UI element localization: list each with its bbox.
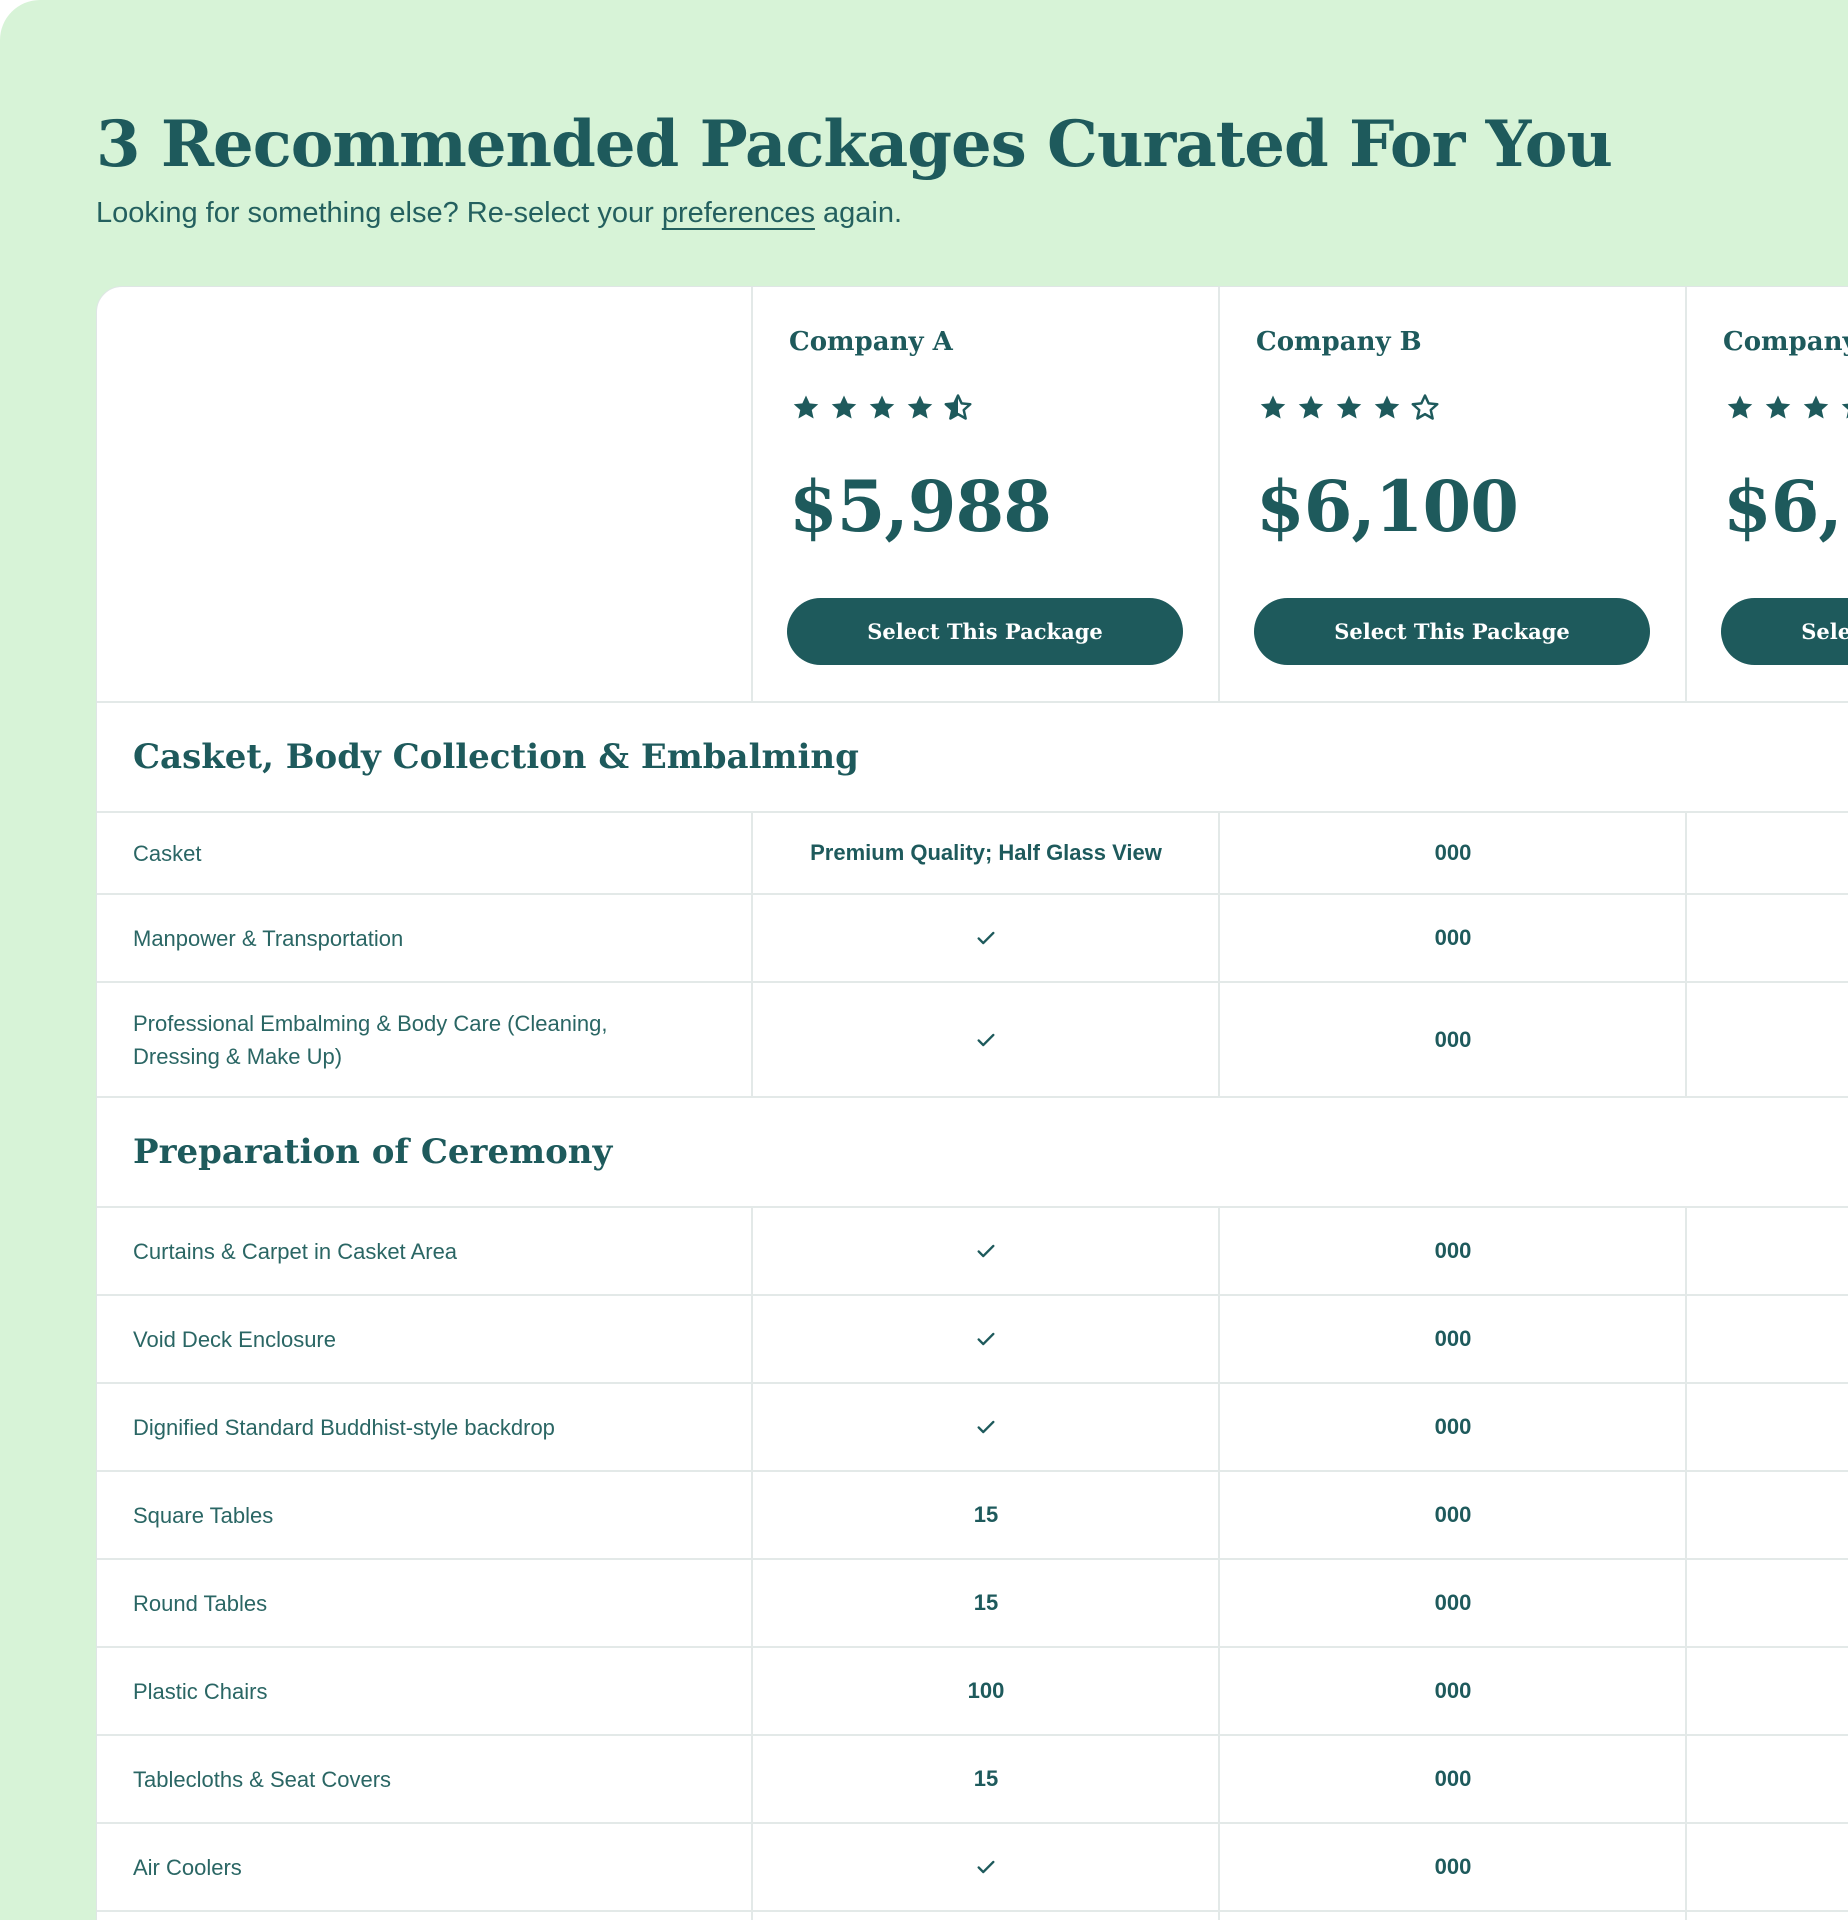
star-filled-icon — [905, 393, 935, 428]
star-filled-icon — [1334, 393, 1364, 428]
row-label: Air Coolers — [133, 1854, 242, 1880]
row-value — [1687, 1648, 1848, 1734]
package-header: Company B $6,100 Select This Package — [1220, 287, 1686, 701]
row-value — [1687, 1736, 1848, 1822]
row-value: 15 — [973, 1590, 999, 1615]
table-row: Tablecloths & Seat Covers 15 000 — [97, 1736, 1848, 1822]
select-package-button[interactable]: Select This Package — [1721, 598, 1848, 665]
star-rating — [1725, 393, 1848, 428]
subtitle-suffix: again. — [814, 197, 903, 229]
package-header: Company A $5,988 Select This Package — [753, 287, 1219, 701]
company-name: Company A — [789, 327, 953, 357]
row-value: 000 — [1434, 1766, 1472, 1791]
star-filled-icon — [1801, 393, 1831, 428]
row-value — [1687, 1208, 1848, 1294]
row-value: 000 — [1434, 1590, 1472, 1615]
table-row: Casket Premium Quality; Half Glass View 00… — [97, 813, 1848, 893]
check-icon — [753, 1296, 1219, 1382]
row-value: 000 — [1434, 1502, 1472, 1527]
row-label: Dignified Standard Buddhist-style backdr… — [133, 1414, 555, 1440]
star-filled-icon — [1839, 393, 1848, 428]
row-value: 000 — [1434, 1238, 1472, 1263]
table-row: Square Tables 15 000 — [97, 1472, 1848, 1558]
row-value: 15 — [973, 1502, 999, 1527]
table-row: Professional Embalming & Body Care (Clea… — [97, 983, 1848, 1096]
row-value — [1687, 1824, 1848, 1910]
check-icon — [753, 895, 1219, 981]
section-title: Casket, Body Collection & Embalming — [133, 737, 859, 777]
star-outline-icon — [1410, 393, 1440, 428]
check-icon — [753, 983, 1219, 1096]
star-filled-icon — [791, 393, 821, 428]
star-filled-icon — [1258, 393, 1288, 428]
row-value — [1687, 813, 1848, 893]
row-value — [1687, 1296, 1848, 1382]
row-value: 000 — [1434, 925, 1472, 950]
row-value — [1687, 1384, 1848, 1470]
row-value: 000 — [1434, 1414, 1472, 1439]
row-value: 000 — [1434, 840, 1472, 865]
comparison-table: Company A $5,988 Select This Package Compan… — [96, 286, 1848, 1920]
row-label: Round Tables — [133, 1590, 268, 1616]
table-row: Dignified Standard Buddhist-style backdr… — [97, 1384, 1848, 1470]
check-icon — [753, 1384, 1219, 1470]
package-header: Company C $6,100 Select This Package — [1687, 287, 1848, 701]
table-row: Void Deck Enclosure 000 — [97, 1296, 1848, 1382]
section-header: Casket, Body Collection & Embalming — [97, 703, 1848, 811]
row-label: Professional Embalming & Body Care (Clea… — [133, 1010, 608, 1069]
preferences-link[interactable]: preferences — [662, 197, 815, 229]
row-value — [1687, 1560, 1848, 1646]
star-filled-icon — [1372, 393, 1402, 428]
page-subtitle: Looking for something else? Re-select yo… — [96, 192, 902, 234]
table-row: Manpower & Transportation 000 — [97, 895, 1848, 981]
row-label: Manpower & Transportation — [133, 925, 404, 951]
star-filled-icon — [1763, 393, 1793, 428]
row-value — [1687, 895, 1848, 981]
subtitle-text: Looking for something else? Re-select yo… — [96, 197, 662, 229]
star-half-icon — [943, 393, 973, 428]
row-label: Curtains & Carpet in Casket Area — [133, 1238, 458, 1264]
star-filled-icon — [867, 393, 897, 428]
table-row: Plastic Chairs 100 000 — [97, 1648, 1848, 1734]
row-label: Casket — [133, 840, 202, 866]
star-filled-icon — [1725, 393, 1755, 428]
table-row: Air Coolers 000 — [97, 1824, 1848, 1910]
row-value: Premium Quality; Half Glass View — [810, 840, 1162, 865]
row-divider — [97, 1910, 1848, 1912]
package-price: $6,100 — [1256, 465, 1519, 548]
row-value: 000 — [1434, 1326, 1472, 1351]
row-value — [1687, 1472, 1848, 1558]
row-value: 000 — [1434, 1026, 1472, 1052]
package-price: $5,988 — [789, 465, 1052, 548]
row-value: 000 — [1434, 1678, 1472, 1703]
page-background: 3 Recommended Packages Curated For You L… — [0, 0, 1848, 1920]
row-label: Tablecloths & Seat Covers — [133, 1766, 392, 1792]
star-filled-icon — [829, 393, 859, 428]
company-name: Company C — [1723, 327, 1848, 357]
row-label: Square Tables — [133, 1502, 274, 1528]
check-icon — [753, 1208, 1219, 1294]
company-name: Company B — [1256, 327, 1422, 357]
check-icon — [753, 1824, 1219, 1910]
package-price: $6,100 — [1723, 465, 1848, 548]
star-filled-icon — [1296, 393, 1326, 428]
star-rating — [1258, 393, 1440, 428]
page-title: 3 Recommended Packages Curated For You — [96, 107, 1613, 182]
section-title: Preparation of Ceremony — [133, 1132, 613, 1172]
row-value: 15 — [973, 1766, 999, 1791]
section-header: Preparation of Ceremony — [97, 1098, 1848, 1206]
row-value: 100 — [967, 1678, 1005, 1703]
row-label: Plastic Chairs — [133, 1678, 268, 1704]
select-package-button[interactable]: Select This Package — [1254, 598, 1650, 665]
select-package-button[interactable]: Select This Package — [787, 598, 1183, 665]
row-value: 000 — [1434, 1854, 1472, 1879]
row-value — [1687, 983, 1848, 1096]
row-label: Void Deck Enclosure — [133, 1326, 336, 1352]
table-row: Round Tables 15 000 — [97, 1560, 1848, 1646]
star-rating — [791, 393, 973, 428]
table-row: Curtains & Carpet in Casket Area 000 — [97, 1208, 1848, 1294]
